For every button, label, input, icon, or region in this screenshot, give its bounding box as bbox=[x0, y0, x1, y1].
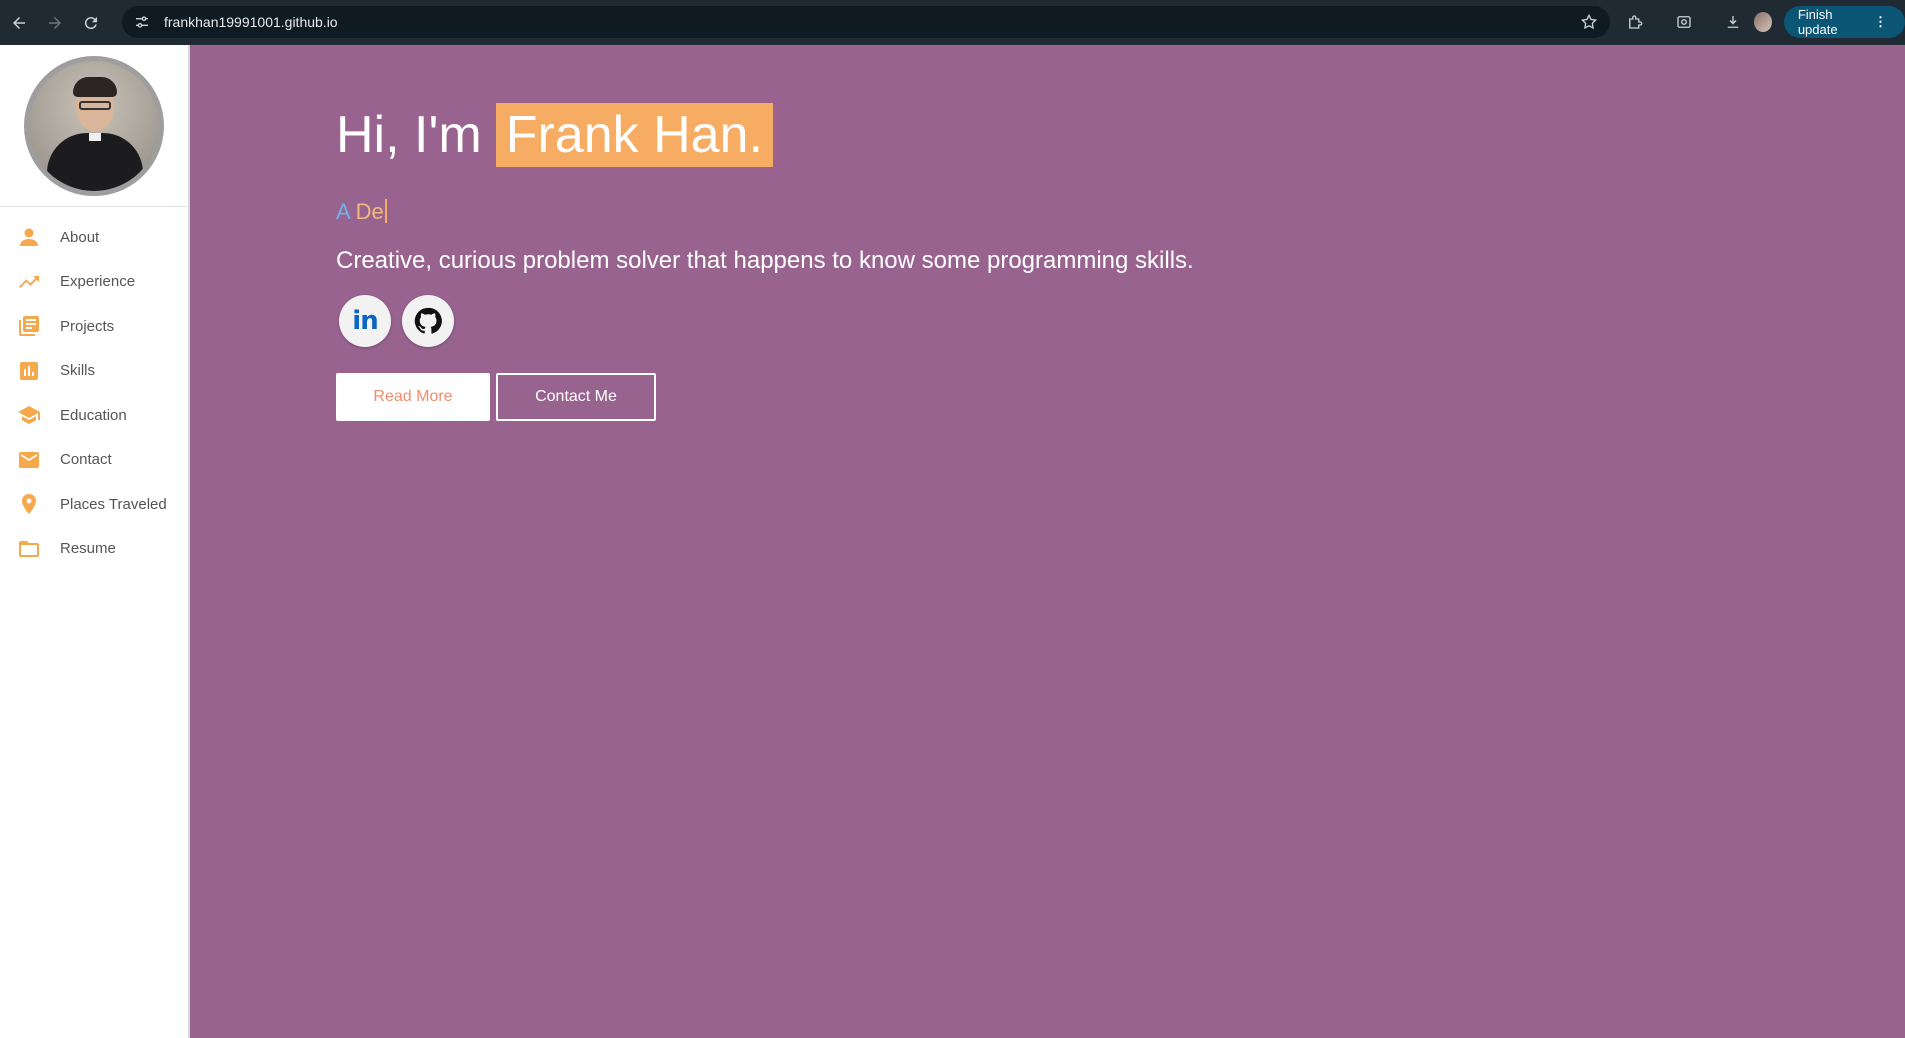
trending-up-icon bbox=[16, 269, 42, 295]
camera-search-icon bbox=[1677, 16, 1691, 28]
puzzle-icon bbox=[1629, 15, 1643, 29]
sidebar-item-projects[interactable]: Projects bbox=[0, 304, 188, 349]
headline: Hi, I'm Frank Han. bbox=[336, 103, 1194, 167]
bar-chart-icon bbox=[16, 358, 42, 384]
greeting-text: Hi, I'm bbox=[336, 106, 482, 164]
typed-subtitle: A De bbox=[336, 199, 1194, 229]
url-text[interactable]: frankhan19991001.github.io bbox=[164, 14, 338, 30]
location-pin-icon bbox=[16, 491, 42, 517]
sidebar-item-label: Projects bbox=[60, 317, 115, 335]
sidebar-item-label: Experience bbox=[60, 273, 136, 291]
browser-toolbar: frankhan19991001.github.io Finish update… bbox=[0, 0, 1905, 45]
download-icon bbox=[1727, 16, 1738, 28]
main-hero-section: Hi, I'm Frank Han. A De Creative, curiou… bbox=[190, 45, 1905, 1038]
sidebar-item-contact[interactable]: Contact bbox=[0, 438, 188, 483]
hero-buttons: Read More Contact Me bbox=[336, 373, 1194, 421]
arrow-left-icon bbox=[13, 16, 25, 29]
github-icon bbox=[414, 307, 442, 334]
sidebar-menu: About Experience Projects Skills Educati… bbox=[0, 215, 188, 571]
read-more-button[interactable]: Read More bbox=[336, 373, 490, 421]
finish-update-button[interactable]: Finish update ⋮ bbox=[1783, 6, 1905, 38]
sidebar-item-resume[interactable]: Resume bbox=[0, 527, 188, 572]
sidebar-item-label: Education bbox=[60, 406, 127, 424]
more-menu-icon[interactable]: ⋮ bbox=[1874, 14, 1887, 30]
finish-update-label: Finish update bbox=[1797, 7, 1838, 37]
extensions-button[interactable] bbox=[1620, 6, 1651, 38]
profile-section bbox=[0, 45, 188, 207]
typed-text-part1: A bbox=[336, 199, 356, 224]
sidebar: About Experience Projects Skills Educati… bbox=[0, 45, 190, 1038]
tagline: Creative, curious problem solver that ha… bbox=[336, 247, 1194, 274]
person-icon bbox=[16, 224, 42, 250]
sidebar-item-label: Resume bbox=[60, 540, 116, 558]
screenshot-button[interactable] bbox=[1669, 6, 1700, 38]
profile-photo bbox=[24, 55, 164, 196]
sidebar-item-label: Skills bbox=[60, 362, 96, 380]
site-settings-icon[interactable] bbox=[132, 12, 152, 32]
sidebar-item-about[interactable]: About bbox=[0, 215, 188, 260]
school-icon bbox=[16, 402, 42, 428]
arrow-right-icon bbox=[49, 16, 61, 29]
sidebar-item-label: About bbox=[60, 228, 100, 246]
forward-button[interactable] bbox=[38, 6, 72, 40]
sidebar-item-label: Contact bbox=[60, 451, 112, 469]
reload-button[interactable] bbox=[74, 6, 108, 40]
sidebar-item-experience[interactable]: Experience bbox=[0, 260, 188, 305]
social-links: in bbox=[336, 295, 1194, 347]
back-button[interactable] bbox=[2, 6, 36, 40]
typed-text-part2: De bbox=[355, 199, 384, 224]
linkedin-button[interactable]: in bbox=[339, 295, 391, 347]
library-books-icon bbox=[16, 313, 42, 339]
name-highlight: Frank Han. bbox=[495, 103, 773, 167]
downloads-button[interactable] bbox=[1717, 6, 1748, 38]
mail-icon bbox=[16, 447, 42, 473]
hero-content: Hi, I'm Frank Han. A De Creative, curiou… bbox=[336, 103, 1194, 421]
sidebar-item-places-traveled[interactable]: Places Traveled bbox=[0, 482, 188, 527]
linkedin-icon: in bbox=[352, 306, 378, 336]
sidebar-item-label: Places Traveled bbox=[60, 495, 167, 513]
sidebar-item-skills[interactable]: Skills bbox=[0, 349, 188, 394]
address-bar[interactable]: frankhan19991001.github.io bbox=[122, 6, 1610, 38]
github-button[interactable] bbox=[402, 295, 454, 347]
contact-me-button[interactable]: Contact Me bbox=[496, 373, 656, 421]
folder-icon bbox=[16, 536, 42, 562]
sidebar-item-education[interactable]: Education bbox=[0, 393, 188, 438]
typing-cursor bbox=[384, 199, 387, 223]
bookmark-star-icon[interactable] bbox=[1580, 13, 1598, 31]
reload-icon bbox=[84, 16, 97, 29]
profile-avatar[interactable] bbox=[1753, 12, 1772, 32]
